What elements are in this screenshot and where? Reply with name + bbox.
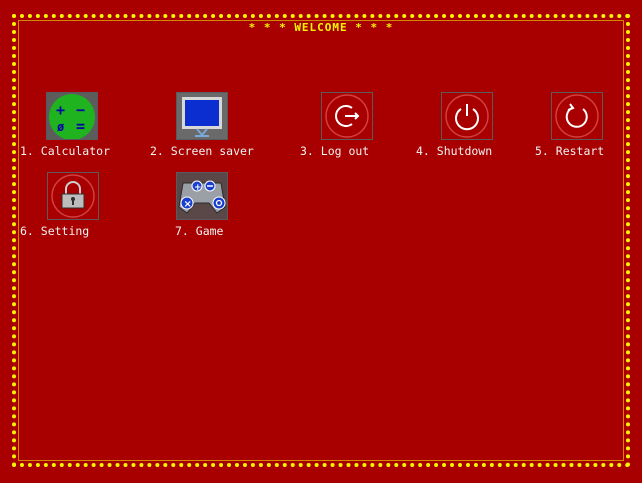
- calculator-icon: + − ø =: [49, 94, 95, 139]
- lock-icon: [51, 174, 95, 218]
- gamepad-icon: + ×: [178, 180, 226, 214]
- monitor-icon: [182, 97, 222, 137]
- restart-icon: [555, 94, 599, 138]
- shutdown-tile[interactable]: [441, 92, 493, 140]
- game-label[interactable]: 7. Game: [175, 224, 223, 238]
- log-out-label[interactable]: 3. Log out: [300, 144, 369, 158]
- svg-text:ø: ø: [57, 120, 65, 134]
- inner-frame-border: [18, 20, 624, 461]
- restart-tile[interactable]: [551, 92, 603, 140]
- game-tile[interactable]: + ×: [176, 172, 228, 220]
- calculator-label[interactable]: 1. Calculator: [20, 144, 110, 158]
- svg-text:×: ×: [184, 199, 192, 210]
- svg-text:=: =: [76, 117, 85, 135]
- screen-saver-label[interactable]: 2. Screen saver: [150, 144, 254, 158]
- logout-icon: [325, 94, 369, 138]
- setting-tile[interactable]: [47, 172, 99, 220]
- svg-text:+: +: [194, 183, 202, 193]
- power-icon: [445, 94, 489, 138]
- shutdown-label[interactable]: 4. Shutdown: [416, 144, 492, 158]
- welcome-title: * * * WELCOME * * *: [248, 21, 394, 34]
- setting-label[interactable]: 6. Setting: [20, 224, 89, 238]
- restart-label[interactable]: 5. Restart: [535, 144, 604, 158]
- desktop-screen: * * * WELCOME * * * + − ø = 1. Calculato…: [0, 0, 642, 483]
- svg-text:+: +: [56, 101, 65, 119]
- calculator-tile[interactable]: + − ø =: [46, 92, 98, 140]
- log-out-tile[interactable]: [321, 92, 373, 140]
- screen-saver-tile[interactable]: [176, 92, 228, 140]
